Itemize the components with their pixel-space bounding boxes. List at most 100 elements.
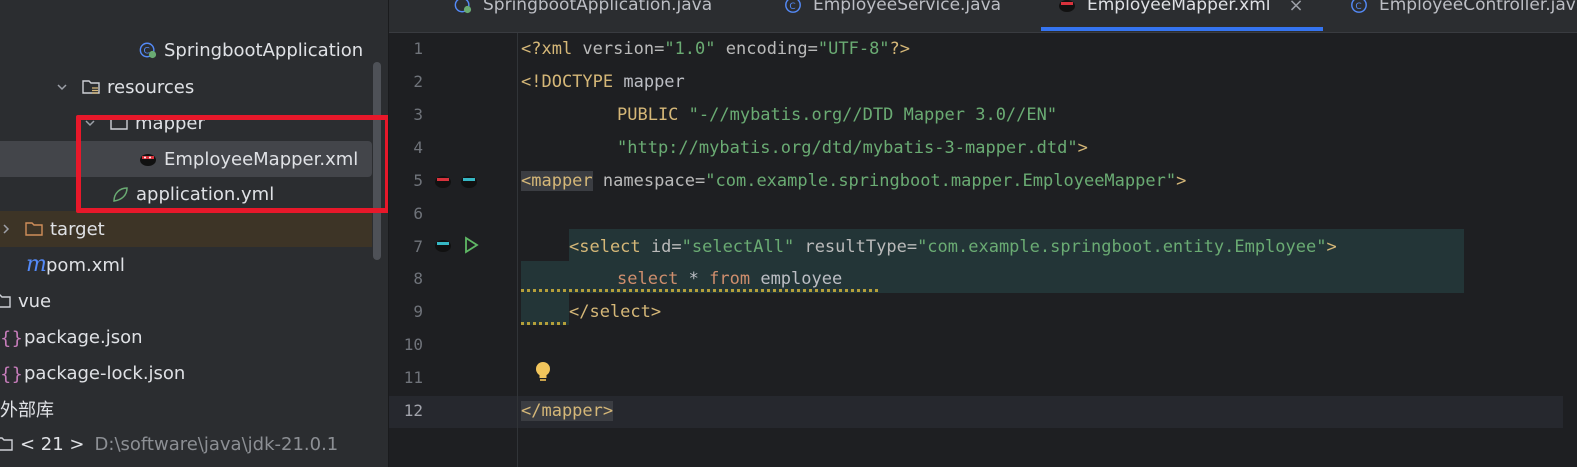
code-line-1: <?xml version="1.0" encoding="UTF-8"?>	[521, 38, 910, 60]
red-annotation-box	[76, 115, 388, 213]
token: <select	[569, 237, 651, 257]
code-line-5: <mapper namespace="com.example.springboo…	[521, 170, 1186, 192]
tree-item-package-json[interactable]: {} package.json	[0, 319, 388, 355]
code-editor[interactable]: 1 2 3 4 5 6 7 8 9 10 11 12 <?xml version…	[389, 33, 1577, 467]
token: PUBLIC	[617, 105, 689, 125]
token: namespace	[592, 171, 696, 191]
token: =	[695, 171, 706, 191]
token: "UTF-8"	[817, 39, 890, 59]
token: "-//mybatis.org//DTD Mapper 3.0//EN"	[688, 105, 1058, 125]
token: >	[1077, 138, 1088, 158]
tree-item-pom-xml[interactable]: m pom.xml	[0, 247, 388, 283]
tree-item-label: < 21 >	[20, 433, 85, 455]
tree-item-label: pom.xml	[46, 254, 125, 276]
token: </select>	[569, 302, 662, 322]
tab-label: EmployeeMapper.xml	[1087, 0, 1271, 15]
class-icon: C	[1351, 0, 1367, 13]
tree-item-springboot-application[interactable]: C SpringbootApplication	[0, 32, 388, 68]
token: mapper	[623, 72, 685, 92]
token: resultType	[794, 237, 907, 257]
tree-item-resources[interactable]: resources	[0, 69, 388, 105]
tab-employee-mapper-xml[interactable]: EmployeeMapper.xml ×	[1057, 0, 1304, 20]
tree-item-label: package.json	[24, 326, 143, 348]
token: =	[906, 237, 918, 257]
token: "http://mybatis.org/dtd/mybatis-3-mapper…	[617, 138, 1078, 158]
line-number: 1	[413, 39, 423, 58]
tree-item-target[interactable]: target	[0, 211, 372, 247]
tab-label: EmployeeService.java	[813, 0, 1002, 15]
token: </mapper>	[521, 401, 614, 421]
editor-scrollbar[interactable]	[1563, 33, 1577, 467]
token: "selectAll"	[681, 237, 795, 257]
line-number: 2	[413, 72, 423, 91]
run-icon[interactable]	[461, 235, 481, 255]
svg-text:C: C	[789, 2, 795, 12]
tree-item-label: vue	[18, 290, 52, 312]
token: >	[1176, 171, 1187, 191]
line-number: 8	[413, 269, 423, 288]
tree-item-external-libraries[interactable]: 外部库	[0, 391, 388, 427]
tree-item-package-lock-json[interactable]: {} package-lock.json	[0, 355, 388, 391]
tree-item-vue[interactable]: vue	[0, 283, 388, 319]
mybatis-gutter-icon[interactable]	[459, 171, 479, 191]
line-number: 10	[403, 335, 423, 354]
line-number: 6	[413, 204, 423, 223]
chevron-down-icon[interactable]	[55, 80, 69, 94]
line-number: 7	[413, 237, 423, 256]
jdk-path: D:\software\java\jdk-21.0.1	[94, 433, 339, 455]
token: <mapper	[521, 171, 593, 191]
tree-item-label: target	[50, 218, 105, 240]
code-line-4: "http://mybatis.org/dtd/mybatis-3-mapper…	[617, 137, 1088, 159]
token: =	[807, 39, 818, 59]
tab-label: SpringbootApplication.java	[483, 0, 713, 15]
line-number: 9	[413, 302, 423, 321]
tree-item-label: 外部库	[0, 400, 54, 421]
tab-employee-service[interactable]: C EmployeeService.java	[783, 0, 1001, 20]
tab-springboot-application[interactable]: SpringbootApplication.java	[453, 0, 712, 20]
folder-orange-icon	[25, 222, 43, 236]
code-line-8: select * from employee	[617, 268, 842, 290]
tree-item-label: package-lock.json	[24, 362, 186, 384]
select-block-highlight-indent	[521, 261, 569, 325]
class-icon: C	[785, 0, 801, 13]
close-icon[interactable]: ×	[1289, 0, 1304, 16]
tab-employee-controller[interactable]: C EmployeeController.java	[1349, 0, 1577, 20]
spring-class-icon: C	[139, 42, 157, 59]
tree-item-label: SpringbootApplication	[164, 39, 364, 61]
tree-item-label: resources	[107, 76, 195, 98]
token: <!DOCTYPE	[521, 72, 624, 92]
code-line-2: <!DOCTYPE mapper	[521, 71, 685, 93]
line-number: 11	[403, 368, 423, 387]
line-number: 3	[413, 105, 423, 124]
token: ?>	[889, 39, 911, 59]
folder-icon	[0, 294, 11, 308]
code-line-12: </mapper>	[521, 400, 614, 422]
token: employee	[760, 269, 843, 289]
mybatis-gutter-icon[interactable]	[433, 235, 453, 255]
tree-item-jdk[interactable]: < 21 > D:\software\java\jdk-21.0.1	[0, 426, 388, 462]
sql-warning-underline	[521, 289, 879, 292]
line-number-current: 12	[403, 401, 423, 420]
chevron-right-icon[interactable]	[0, 222, 14, 236]
token: *	[688, 269, 710, 289]
resources-folder-icon	[82, 80, 100, 94]
tab-label: EmployeeController.java	[1379, 0, 1577, 15]
svg-text:C: C	[144, 47, 150, 57]
token: "com.example.springboot.mapper.EmployeeM…	[705, 171, 1177, 191]
gutter-separator	[517, 33, 518, 467]
mybatis-gutter-icon[interactable]	[433, 171, 453, 191]
maven-icon: m	[26, 252, 47, 277]
svg-text:C: C	[1355, 2, 1361, 12]
active-tab-indicator	[1041, 27, 1323, 31]
sql-warning-underline	[521, 322, 569, 325]
token: select	[617, 269, 689, 289]
lightbulb-icon[interactable]	[532, 359, 554, 385]
token: id	[650, 237, 672, 257]
code-line-3: PUBLIC "-//mybatis.org//DTD Mapper 3.0//…	[617, 104, 1057, 126]
json-braces-icon: {}	[0, 364, 23, 385]
line-number: 4	[413, 138, 423, 157]
code-line-7: <select id="selectAll" resultType="com.e…	[569, 236, 1337, 258]
token: encoding	[715, 39, 808, 59]
line-number: 5	[413, 171, 423, 190]
spring-class-icon	[454, 0, 472, 14]
